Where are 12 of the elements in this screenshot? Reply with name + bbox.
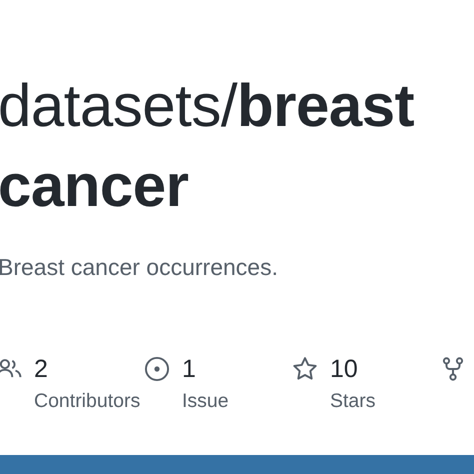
fork-icon — [440, 356, 466, 382]
star-icon — [292, 356, 318, 382]
stat-count: 10 — [330, 354, 359, 385]
stat-label: Issue — [182, 389, 229, 414]
stat-count: 2 — [34, 354, 49, 385]
issue-icon — [144, 356, 170, 382]
repo-title: datasets/breast — [0, 71, 416, 141]
repo-description: Breast cancer occurrences. — [0, 254, 279, 281]
stat-label: Contributors — [34, 389, 140, 414]
repo-title: cancer — [0, 152, 188, 219]
stat-count: 1 — [182, 354, 197, 385]
stat-label: Stars — [330, 389, 376, 414]
